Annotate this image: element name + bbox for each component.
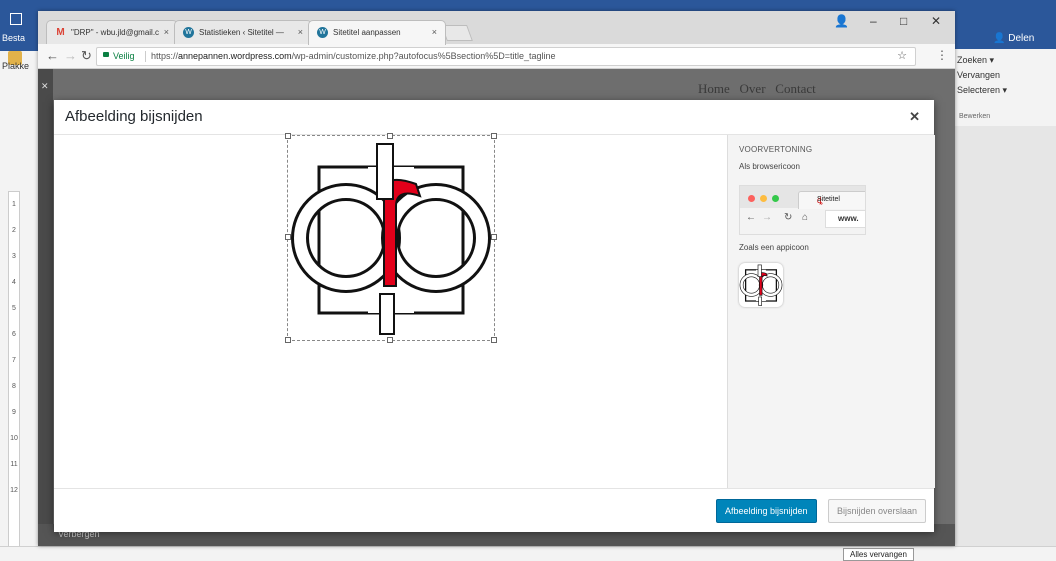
url-text: https://annepannen.wordpress.com/wp-admi… <box>151 51 556 61</box>
home-icon: ⌂ <box>802 212 809 223</box>
crop-selection[interactable] <box>285 133 497 343</box>
site-nav: Home Over Contact <box>698 81 816 96</box>
editing-group-label: Bewerken <box>959 113 991 120</box>
menu-icon[interactable]: ⋮ <box>936 48 948 62</box>
word-header-right: 👤 Delen <box>955 11 1056 49</box>
minimize-icon[interactable]: – <box>870 14 877 28</box>
preview-tab: ȡ Sitetitel <box>798 191 865 209</box>
browser-toolbar: ← → ↻ Veilig https://annepannen.wordpres… <box>38 44 955 69</box>
replace-all-button[interactable]: Alles vervangen <box>843 548 914 561</box>
preview-tab-title: Sitetitel <box>817 196 840 203</box>
modal-footer: Afbeelding bijsnijden Bijsnijden oversla… <box>54 488 934 532</box>
tab-statistics[interactable]: W Statistieken ‹ Sitetitel — × <box>174 20 312 45</box>
word-title-bar <box>0 0 1056 11</box>
ruler-mark: 8 <box>12 383 16 390</box>
drp-logo-image <box>291 143 491 335</box>
reload-icon: ↻ <box>784 212 793 223</box>
ruler-mark: 9 <box>12 409 16 416</box>
address-bar[interactable]: Veilig https://annepannen.wordpress.com/… <box>96 47 916 66</box>
customizer-page: ✕ Home Over Contact Verbergen Afbeelding… <box>38 69 955 546</box>
crop-handle[interactable] <box>491 133 497 139</box>
paste-label: Plakke <box>2 61 30 71</box>
forward-icon[interactable]: → <box>64 48 77 63</box>
word-right-ribbon: 👤 Delen Zoeken ▾ Vervangen Selecteren ▾ … <box>955 11 1056 560</box>
browser-window: M "DRP" - wbu.jld@gmail.c × W Statistiek… <box>38 11 955 546</box>
ruler-mark: 12 <box>10 487 18 494</box>
tab-customize[interactable]: W Sitetitel aanpassen × <box>308 20 446 45</box>
crop-handle[interactable] <box>285 234 291 240</box>
tab-title: "DRP" - wbu.jld@gmail.c <box>71 28 160 37</box>
preview-tabbar: ȡ Sitetitel <box>740 186 865 209</box>
ruler-mark: 11 <box>10 461 18 468</box>
ruler-mark: 4 <box>12 279 16 286</box>
ruler-mark: 10 <box>10 435 18 442</box>
crop-image-button[interactable]: Afbeelding bijsnijden <box>716 499 817 523</box>
skip-cropping-button[interactable]: Bijsnijden overslaan <box>828 499 927 523</box>
browser-icon-label: Als browsericoon <box>739 162 800 171</box>
ruler-mark: 3 <box>12 253 16 260</box>
secure-label: Veilig <box>113 51 135 61</box>
find-button[interactable]: Zoeken ▾ <box>957 53 1007 68</box>
maximize-icon[interactable]: □ <box>900 14 907 28</box>
crop-handle[interactable] <box>491 234 497 240</box>
close-icon[interactable]: ✕ <box>909 109 920 125</box>
tab-strip: M "DRP" - wbu.jld@gmail.c × W Statistiek… <box>38 11 955 45</box>
ruler-mark: 2 <box>12 227 16 234</box>
crop-image-modal: Afbeelding bijsnijden ✕ VOORVERTONING Al… <box>54 100 935 532</box>
zoom-dot-icon <box>772 195 779 202</box>
ruler-mark: 7 <box>12 357 16 364</box>
file-tab[interactable]: Besta <box>0 11 38 51</box>
lock-icon <box>103 52 109 57</box>
modal-header: Afbeelding bijsnijden ✕ <box>54 100 934 135</box>
ruler-mark: 1 <box>12 201 16 208</box>
ruler-mark: 6 <box>12 331 16 338</box>
preview-heading: Voorvertoning <box>739 145 813 154</box>
close-window-icon[interactable]: ✕ <box>931 14 941 28</box>
vertical-ruler: 1 2 3 4 5 6 7 8 9 10 11 12 <box>8 191 20 553</box>
tab-title: Statistieken ‹ Sitetitel — <box>199 28 284 37</box>
back-icon[interactable]: ← <box>46 48 59 63</box>
browser-icon-preview: ȡ Sitetitel ← → ↻ ⌂ www. <box>739 185 866 235</box>
word-find-bar: Alles vervangen <box>0 546 1056 561</box>
close-dot-icon <box>748 195 755 202</box>
crop-handle[interactable] <box>491 337 497 343</box>
crop-area[interactable] <box>54 133 727 488</box>
crop-handle[interactable] <box>387 133 393 139</box>
customizer-sidebar: ✕ <box>38 69 53 546</box>
close-customizer-icon[interactable]: ✕ <box>41 81 49 92</box>
word-left-ribbon: Besta Plakke 1 2 3 4 5 6 7 8 9 10 11 12 <box>0 11 39 560</box>
close-tab-icon[interactable]: × <box>432 27 437 37</box>
gmail-icon: M <box>56 27 65 38</box>
back-icon: ← <box>746 212 756 223</box>
drp-logo-icon <box>739 264 783 306</box>
preview-url: www. <box>825 210 865 228</box>
crop-handle[interactable] <box>387 337 393 343</box>
ruler-mark: 5 <box>12 305 16 312</box>
forward-icon: → <box>762 212 772 223</box>
reload-icon[interactable]: ↻ <box>81 48 92 64</box>
profile-icon[interactable]: 👤 <box>834 14 849 28</box>
bookmark-star-icon[interactable]: ☆ <box>897 48 907 65</box>
close-tab-icon[interactable]: × <box>298 27 303 37</box>
close-tab-icon[interactable]: × <box>164 27 169 37</box>
save-icon[interactable] <box>10 13 22 25</box>
editing-group: Zoeken ▾ Vervangen Selecteren ▾ <box>957 53 1007 98</box>
select-button[interactable]: Selecteren ▾ <box>957 83 1007 98</box>
minimize-dot-icon <box>760 195 767 202</box>
share-button[interactable]: 👤 Delen <box>993 33 1034 44</box>
crop-handle[interactable] <box>285 133 291 139</box>
crop-handle[interactable] <box>285 337 291 343</box>
document-area <box>955 126 1056 560</box>
replace-button[interactable]: Vervangen <box>957 68 1007 83</box>
file-tab-label: Besta <box>2 33 26 43</box>
preview-sidebar: Voorvertoning Als browsericoon ȡ Sitetit… <box>727 135 935 488</box>
modal-title: Afbeelding bijsnijden <box>65 108 203 125</box>
wordpress-icon: W <box>183 27 194 38</box>
wordpress-icon: W <box>317 27 328 38</box>
tab-gmail[interactable]: M "DRP" - wbu.jld@gmail.c × <box>46 20 178 45</box>
app-icon-label: Zoals een appicoon <box>739 243 809 252</box>
divider <box>145 51 146 62</box>
app-icon-preview <box>739 263 783 307</box>
tab-title: Sitetitel aanpassen <box>333 28 401 37</box>
